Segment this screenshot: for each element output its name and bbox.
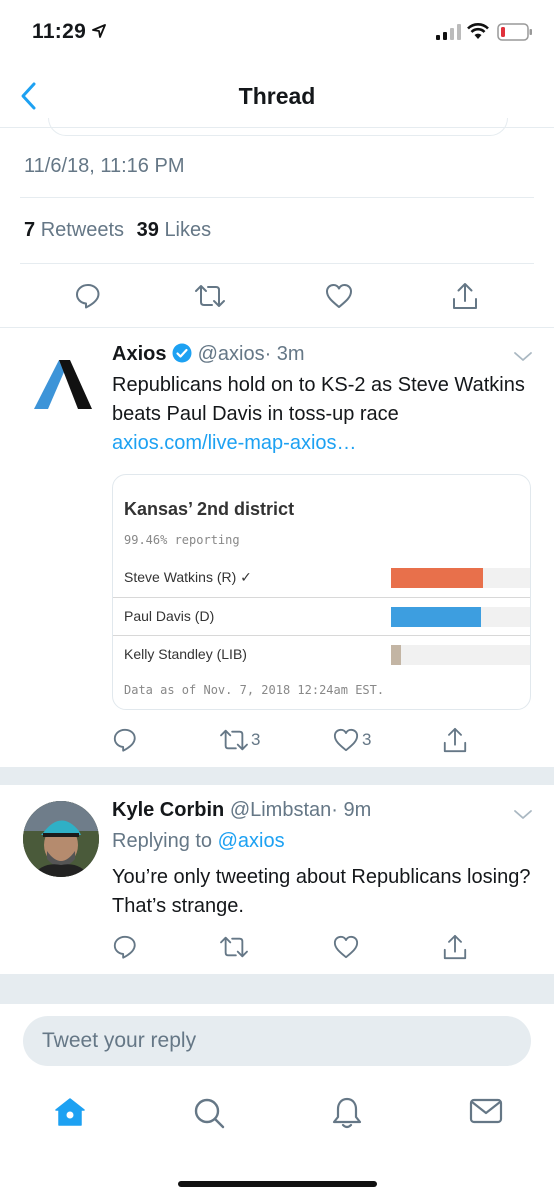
wifi-icon [467, 23, 489, 39]
page-title: Thread [238, 83, 316, 109]
result-bar [391, 607, 481, 627]
tweet-header: Axios @axios· 3m [112, 343, 305, 366]
link-card[interactable]: Kansas’ 2nd district 99.46% reporting St… [112, 474, 531, 710]
engagement-stats: 7 Retweets 39 Likes [24, 219, 211, 242]
share-icon [443, 934, 467, 960]
tab-notifications[interactable] [331, 1096, 363, 1135]
author-name[interactable]: Axios [112, 343, 166, 365]
share-icon [453, 283, 477, 309]
tweet-actions: 3 3 [0, 720, 554, 760]
tweet-body: Republicans hold on to KS-2 as Steve Wat… [112, 374, 525, 425]
result-bar [391, 645, 401, 665]
retweet-icon [220, 936, 248, 958]
result-bar-track [391, 568, 530, 588]
heart-icon [326, 284, 352, 308]
like-button[interactable] [332, 927, 360, 967]
location-arrow-icon [92, 24, 106, 38]
divider [20, 197, 534, 198]
avatar[interactable] [23, 801, 99, 877]
retweet-count[interactable]: 7 [24, 219, 35, 241]
replying-to-handle[interactable]: @axios [218, 830, 285, 852]
like-count: 3 [362, 730, 372, 749]
share-button[interactable] [442, 927, 468, 967]
home-indicator [178, 1181, 377, 1187]
retweet-icon [220, 729, 248, 751]
user-photo [23, 801, 99, 877]
search-icon [194, 1098, 225, 1129]
retweet-icon [195, 285, 225, 307]
status-bar: 11:29 [0, 0, 554, 62]
share-button[interactable] [442, 720, 468, 760]
author-handle[interactable]: @Limbstan [230, 799, 331, 821]
reply-icon [113, 728, 136, 752]
reply-button[interactable] [112, 927, 138, 967]
result-bar-track [391, 645, 530, 665]
divider [20, 263, 534, 264]
mail-icon [469, 1098, 503, 1124]
like-count[interactable]: 39 [137, 219, 159, 241]
reply-button[interactable] [112, 720, 138, 760]
bell-icon [332, 1097, 362, 1129]
tweet-time: · 3m [264, 343, 305, 365]
heart-icon [333, 728, 359, 752]
tweet-timestamp: 11/6/18, 11:16 PM [24, 155, 185, 177]
like-button[interactable] [324, 276, 354, 316]
tab-messages[interactable] [469, 1096, 503, 1131]
like-label[interactable]: Likes [164, 219, 211, 241]
reply-button[interactable] [74, 276, 102, 316]
retweet-label[interactable]: Retweets [41, 219, 124, 241]
section-separator [0, 767, 554, 785]
retweet-count: 3 [251, 730, 261, 749]
tweet-actions [0, 927, 554, 967]
section-separator [0, 974, 554, 1004]
candidate-row: Kelly Standley (LIB) [113, 635, 530, 673]
battery-low-icon [497, 23, 532, 41]
card-title: Kansas’ 2nd district [124, 499, 295, 519]
candidate-row: Paul Davis (D) [113, 597, 530, 635]
tab-search[interactable] [192, 1096, 226, 1135]
reply-input[interactable]: Tweet your reply [23, 1016, 531, 1066]
share-icon [443, 727, 467, 753]
reply-icon [113, 935, 136, 959]
replying-to: Replying to @axios [112, 830, 285, 853]
card-footer: Data as of Nov. 7, 2018 12:24am EST. [124, 683, 385, 697]
reply-composer: Tweet your reply [0, 1004, 554, 1078]
result-bar-track [391, 607, 530, 627]
tweet-time: · 9m [331, 799, 372, 821]
heart-icon [333, 935, 359, 959]
result-bar [391, 568, 483, 588]
axios-logo-avatar[interactable] [34, 358, 92, 410]
retweet-button[interactable] [219, 927, 249, 967]
card-reporting: 99.46% reporting [124, 533, 240, 547]
tweet-text: Republicans hold on to KS-2 as Steve Wat… [112, 371, 532, 458]
candidate-name: Paul Davis (D) [124, 608, 215, 624]
cellular-signal-icon [436, 24, 461, 40]
chevron-down-icon[interactable] [513, 808, 533, 822]
previous-media-card-edge [48, 118, 508, 136]
verified-badge-icon [172, 343, 192, 363]
candidate-name: Kelly Standley (LIB) [124, 646, 247, 662]
winner-check-icon: ✓ [240, 569, 252, 585]
candidate-row: Steve Watkins (R) ✓ [113, 558, 530, 596]
tab-home[interactable] [54, 1096, 86, 1133]
status-time: 11:29 [32, 20, 87, 43]
focused-tweet-actions [0, 276, 554, 316]
retweet-button[interactable] [194, 276, 226, 316]
reply-icon [76, 284, 100, 309]
tweet-header: Kyle Corbin @Limbstan· 9m [112, 799, 371, 822]
retweet-button[interactable]: 3 [219, 720, 260, 760]
replying-to-label: Replying to [112, 830, 213, 852]
divider [0, 327, 554, 328]
like-button[interactable]: 3 [332, 720, 371, 760]
share-button[interactable] [451, 276, 479, 316]
author-handle[interactable]: @axios [198, 343, 265, 365]
chevron-down-icon[interactable] [513, 350, 533, 364]
author-name[interactable]: Kyle Corbin [112, 799, 224, 821]
home-icon [55, 1098, 85, 1126]
tweet-text: You’re only tweeting about Republicans l… [112, 866, 531, 917]
candidate-name: Steve Watkins (R) ✓ [124, 569, 252, 585]
tweet-link[interactable]: axios.com/live-map-axios… [112, 432, 357, 454]
